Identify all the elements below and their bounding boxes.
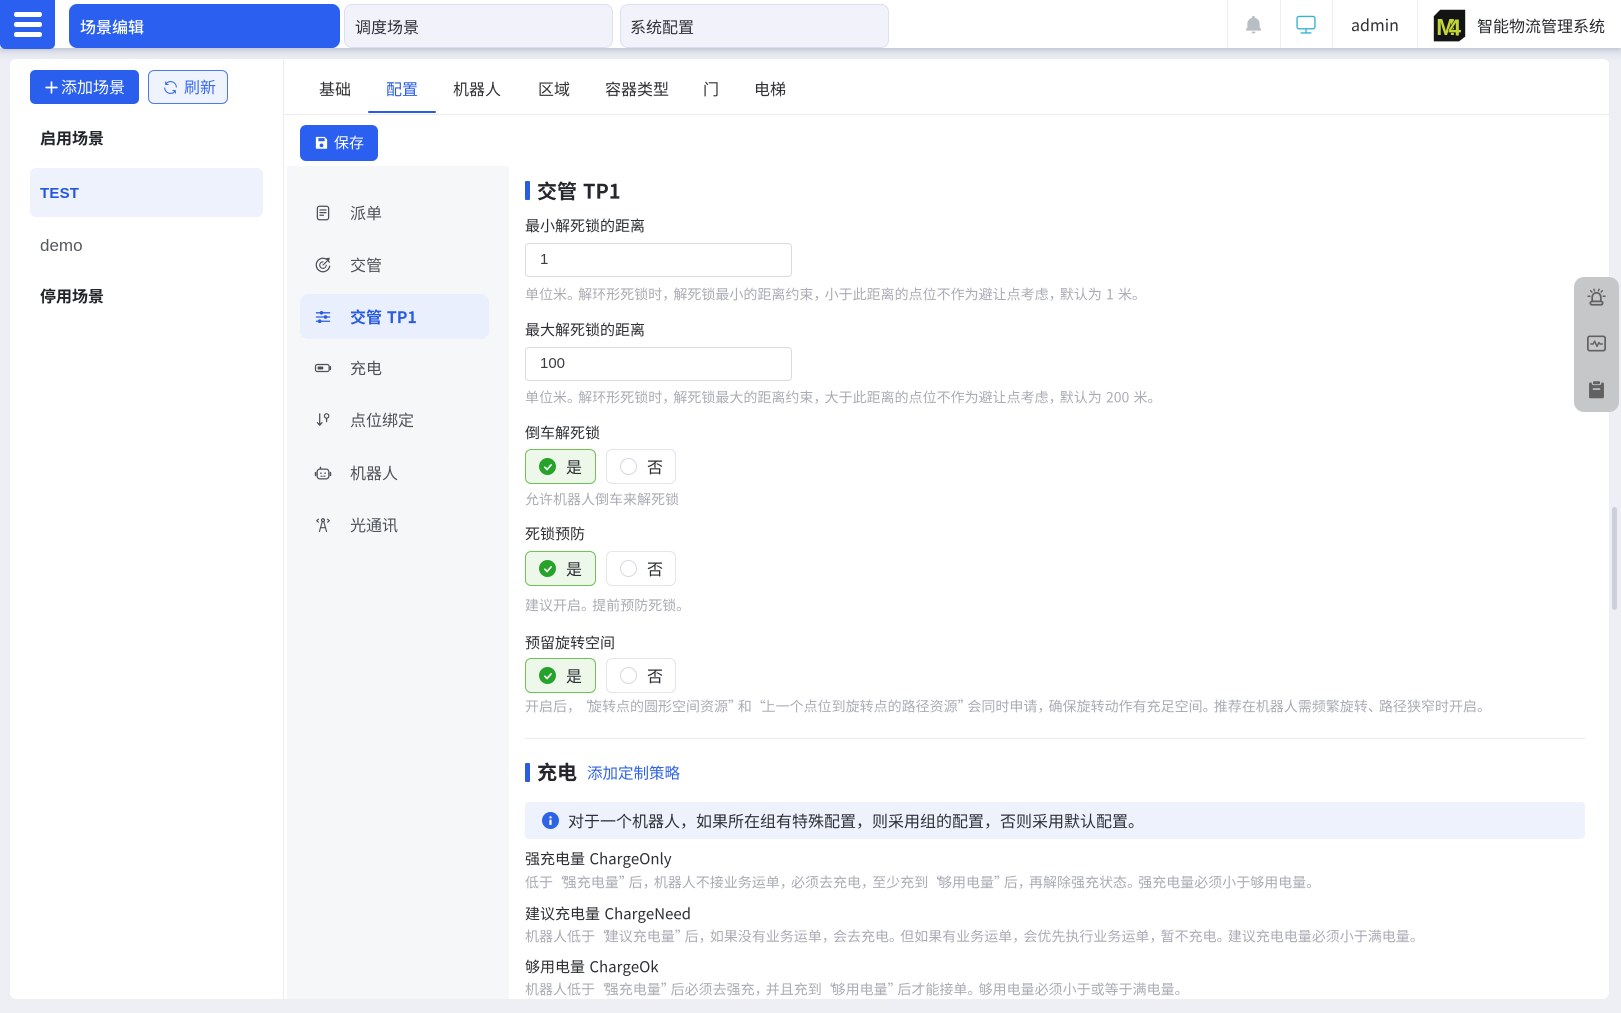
svg-text:4: 4 <box>1448 15 1461 41</box>
